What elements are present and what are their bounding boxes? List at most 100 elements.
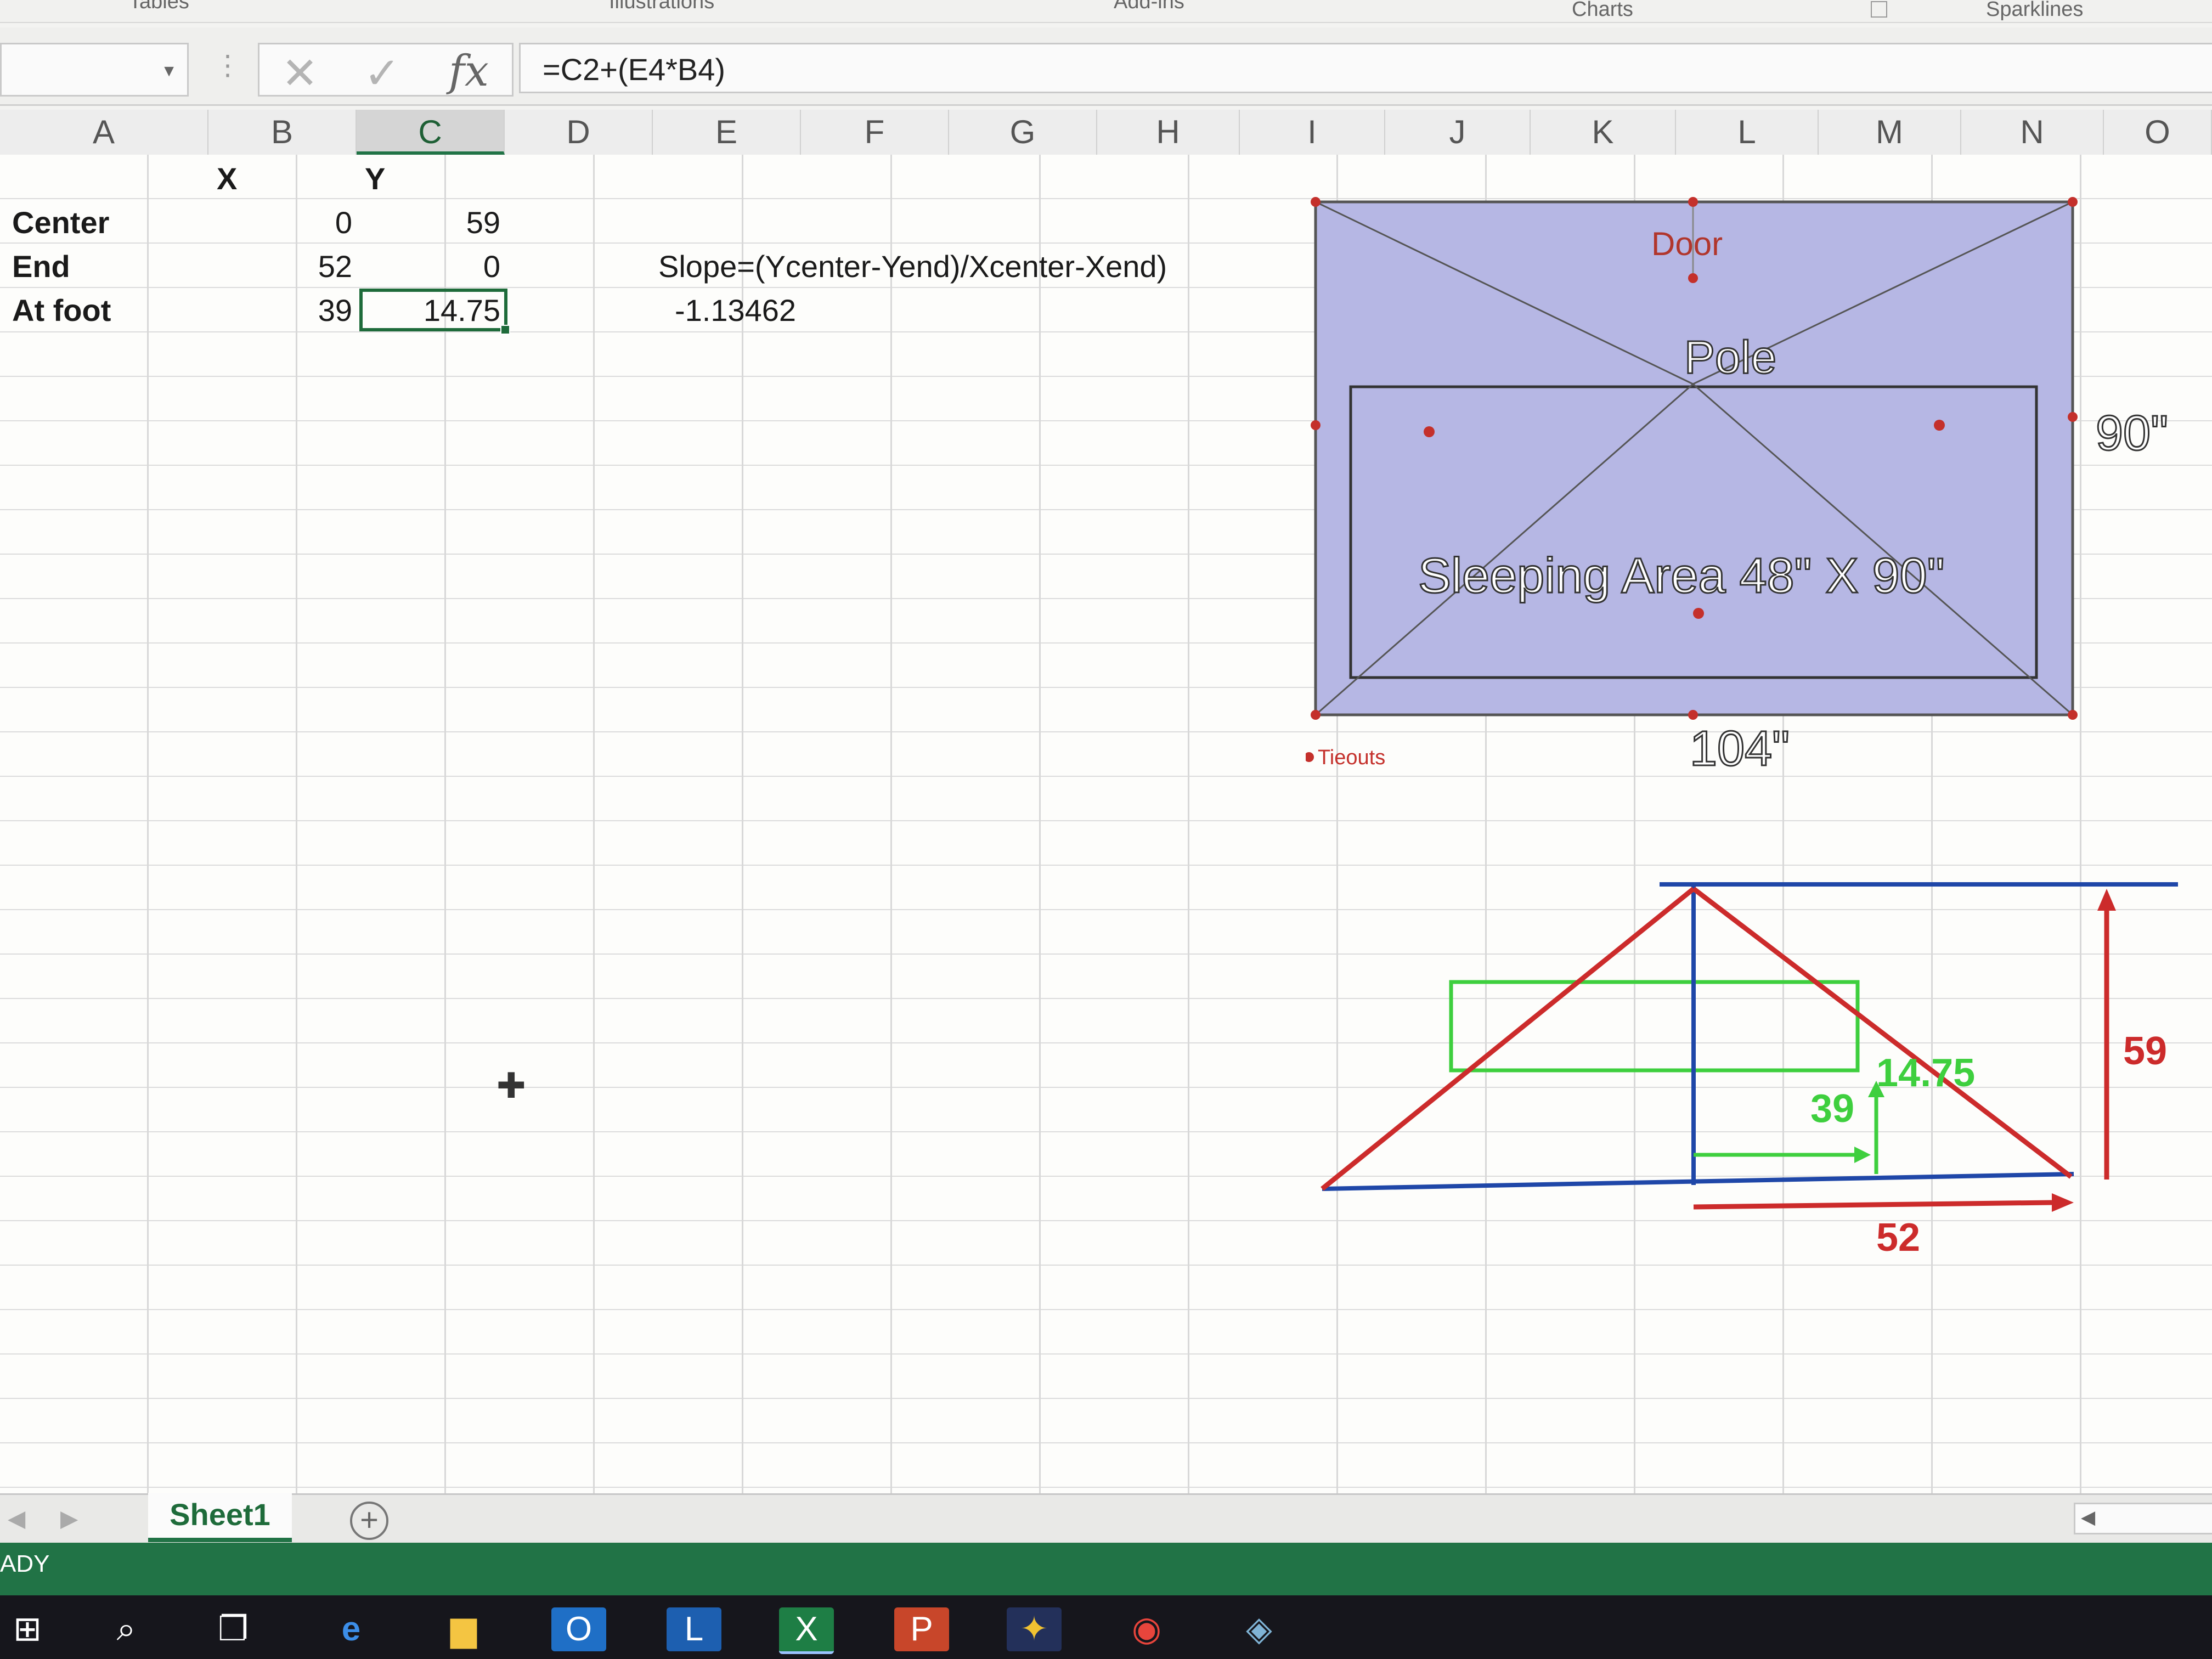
- tieout-dot: [2068, 412, 2078, 422]
- file-explorer-icon[interactable]: ▆: [436, 1607, 491, 1651]
- cell-e4[interactable]: -1.13462: [675, 289, 796, 332]
- slope-line: [1692, 887, 2073, 1179]
- column-header-l[interactable]: L: [1676, 110, 1819, 155]
- horizontal-scrollbar[interactable]: ◀: [2074, 1503, 2212, 1534]
- chevron-down-icon[interactable]: ▼: [161, 62, 177, 81]
- chrome-icon[interactable]: ◉: [1119, 1607, 1174, 1651]
- tieout-dot: [1424, 426, 1435, 437]
- foot-rectangle: [1449, 980, 1860, 1073]
- tieouts-legend-label: Tieouts: [1318, 746, 1385, 769]
- add-sheet-icon[interactable]: +: [350, 1502, 388, 1540]
- status-text: ADY: [0, 1550, 50, 1577]
- tent-floor-plan-diagram[interactable]: Door Pole Sleeping Area 48" X 90" 90" 10…: [1306, 192, 2212, 795]
- ribbon-group-labels: Tables Illustrations Add-ins Charts Spar…: [0, 0, 2212, 23]
- insert-function-icon[interactable]: fx: [449, 47, 489, 96]
- tieout-dot: [1934, 420, 1945, 431]
- column-header-b[interactable]: B: [208, 110, 357, 155]
- tieout-dot: [2068, 710, 2078, 720]
- foot-x-value-label: 39: [1810, 1087, 1854, 1131]
- tieout-dot: [1311, 710, 1321, 720]
- cell-b3[interactable]: 52: [219, 245, 352, 289]
- tieout-dot: [1688, 710, 1698, 720]
- cell-e3[interactable]: Slope=(Ycenter-Yend)/Xcenter-Xend): [658, 245, 1167, 289]
- base-value-label: 52: [1876, 1216, 1920, 1260]
- column-header-c[interactable]: C: [357, 110, 505, 155]
- tieout-dot: [1693, 608, 1704, 619]
- formula-bar-resize-handle[interactable]: ⋮: [214, 49, 241, 81]
- ribbon-group-charts: Charts: [1572, 0, 1633, 21]
- legend-dot: [1306, 752, 1314, 762]
- cell-b2[interactable]: 0: [219, 201, 352, 245]
- door-label: Door: [1651, 225, 1723, 262]
- column-header-k[interactable]: K: [1531, 110, 1676, 155]
- column-header-e[interactable]: E: [653, 110, 801, 155]
- tieout-dot: [1311, 197, 1321, 207]
- cell-b1[interactable]: X: [217, 157, 237, 201]
- ground-line: [1322, 1172, 2074, 1191]
- cell-c3[interactable]: 0: [368, 245, 500, 289]
- outlook-icon[interactable]: O: [551, 1607, 606, 1651]
- cell-a4[interactable]: At foot: [12, 289, 111, 332]
- tieout-dot: [2068, 197, 2078, 207]
- windows-taskbar: ⊞ ⌕ ❐ e ▆ O L X P ✦ ◉ ◈: [0, 1595, 2212, 1659]
- pole-label: Pole: [1684, 331, 1776, 383]
- ribbon-group-illustrations: Illustrations: [609, 0, 715, 13]
- app-icon-2[interactable]: ◈: [1232, 1607, 1286, 1651]
- status-bar: ADY: [0, 1543, 2212, 1595]
- sheet-scroll-right-icon[interactable]: ▶: [60, 1505, 78, 1532]
- column-header-a[interactable]: A: [0, 110, 208, 155]
- base-arrow: [1693, 1200, 2052, 1210]
- column-header-g[interactable]: G: [949, 110, 1097, 155]
- cell-a3[interactable]: End: [12, 245, 70, 289]
- cancel-icon[interactable]: ✕: [281, 48, 318, 99]
- lync-icon[interactable]: L: [667, 1607, 721, 1651]
- cell-c2[interactable]: 59: [368, 201, 500, 245]
- formula-buttons: ✕ ✓ fx: [258, 43, 514, 99]
- formula-bar: ▼ ⋮ ✕ ✓ fx =C2+(E4*B4): [0, 27, 2212, 106]
- column-header-f[interactable]: F: [801, 110, 949, 155]
- sheet-tab-sheet1[interactable]: Sheet1: [148, 1493, 292, 1542]
- column-header-m[interactable]: M: [1819, 110, 1961, 155]
- ribbon-group-tables: Tables: [129, 0, 189, 13]
- windows-start-icon[interactable]: ⊞: [0, 1607, 55, 1651]
- tieout-dot: [1311, 420, 1321, 430]
- arrowhead: [2097, 889, 2116, 911]
- app-icon[interactable]: ✦: [1007, 1607, 1062, 1651]
- arrowhead: [1854, 1147, 1871, 1163]
- arrowhead: [2052, 1193, 2074, 1212]
- height-value-label: 59: [2123, 1029, 2167, 1073]
- cell-a2[interactable]: Center: [12, 201, 109, 245]
- width-dimension-label: 104": [1690, 721, 1790, 776]
- powerpoint-icon[interactable]: P: [894, 1607, 949, 1651]
- column-header-n[interactable]: N: [1961, 110, 2104, 155]
- slope-triangle-diagram[interactable]: 59 14.75 39 52: [1306, 856, 2212, 1284]
- scroll-left-icon[interactable]: ◀: [2081, 1506, 2095, 1528]
- column-header-d[interactable]: D: [505, 110, 653, 155]
- formula-input[interactable]: =C2+(E4*B4): [519, 43, 2212, 93]
- sheet-scroll-left-icon[interactable]: ◀: [8, 1505, 25, 1532]
- column-headers: A B C D E F G H I J K L M N O: [0, 110, 2212, 156]
- column-header-i[interactable]: I: [1240, 110, 1385, 155]
- sleeping-area-label: Sleeping Area 48" X 90": [1418, 549, 1945, 603]
- task-view-icon[interactable]: ❐: [206, 1607, 261, 1651]
- charts-dialog-launcher-icon[interactable]: [1871, 1, 1887, 18]
- cell-b4[interactable]: 39: [219, 289, 352, 332]
- enter-check-icon[interactable]: ✓: [364, 48, 400, 99]
- column-header-o[interactable]: O: [2104, 110, 2212, 155]
- search-icon[interactable]: ⌕: [99, 1607, 154, 1651]
- active-cell-selection: [359, 289, 507, 331]
- edge-icon[interactable]: e: [324, 1607, 379, 1651]
- fill-handle[interactable]: [500, 325, 510, 335]
- name-box[interactable]: ▼: [0, 43, 189, 97]
- column-header-h[interactable]: H: [1097, 110, 1240, 155]
- slope-line: [1321, 887, 1695, 1191]
- column-header-j[interactable]: J: [1385, 110, 1531, 155]
- height-dimension-label: 90": [2096, 406, 2168, 461]
- tieout-dot: [1688, 273, 1698, 283]
- cell-c1[interactable]: Y: [365, 157, 385, 201]
- ribbon-group-sparklines: Sparklines: [1986, 0, 2084, 21]
- excel-icon[interactable]: X: [779, 1607, 834, 1654]
- cross-cursor-icon: ✚: [496, 1066, 526, 1105]
- sheet-tab-bar: ◀ ▶ Sheet1 + ◀: [0, 1493, 2212, 1544]
- tieout-dot: [1688, 197, 1698, 207]
